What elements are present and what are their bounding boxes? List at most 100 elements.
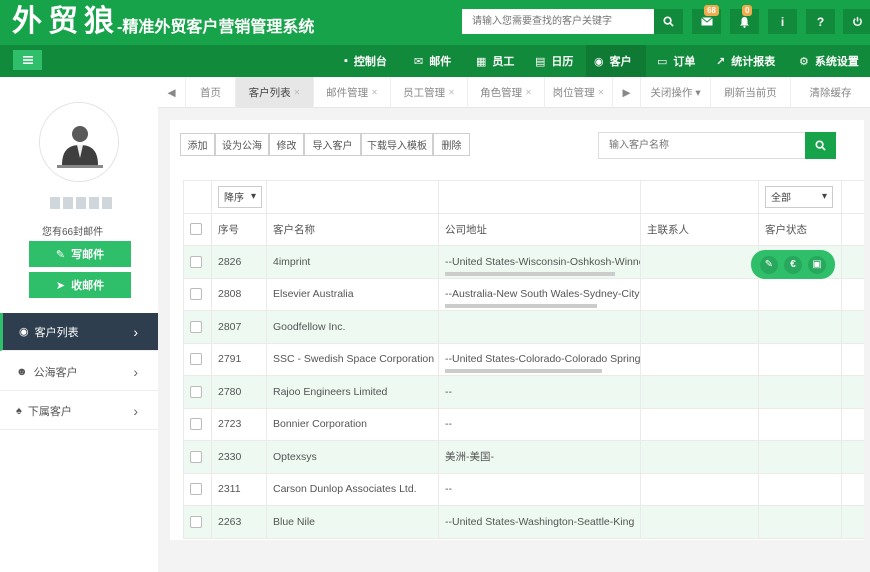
table-row[interactable]: 2330 Optexsys 美洲-美国- [183,440,864,474]
close-icon[interactable]: ✕ [294,88,301,97]
search-icon [815,140,826,151]
column-header-contact[interactable]: 主联系人 [640,212,759,246]
logout-button[interactable] [843,9,870,34]
nav-item-orders[interactable]: ▭ 订单 [657,45,695,77]
tab-scroll-left-button[interactable]: ◀ [158,77,186,108]
row-checkbox[interactable] [190,255,202,268]
notification-button[interactable]: 0 [730,5,759,34]
column-header-name[interactable]: 客户名称 [266,212,439,246]
edit-row-button[interactable]: ✎ [760,255,778,274]
customer-search-input[interactable] [598,132,806,159]
double-chevron-left-icon: ◀ [167,86,176,99]
row-checkbox[interactable] [190,418,202,431]
customer-search-button[interactable] [805,132,836,159]
users-icon: ▦ [476,55,487,68]
table-row[interactable]: 2807 Goodfellow Inc. [183,310,864,344]
edit-button[interactable]: 修改 [269,133,304,156]
list-icon: ▭ [657,55,668,68]
close-icon[interactable]: ✕ [371,88,378,97]
nav-item-settings[interactable]: ⚙ 系统设置 [799,45,859,77]
write-mail-button[interactable]: ✎ 写邮件 [29,241,131,267]
avatar [39,102,119,182]
delete-button[interactable]: 删除 [433,133,470,156]
row-checkbox[interactable] [190,450,202,463]
table-row[interactable]: 2263 Blue Nile --United States-Washingto… [183,505,864,539]
tab-mail-management[interactable]: 邮件管理 ✕ [314,77,391,108]
envelope-icon: ✉ [414,55,424,68]
row-checkbox[interactable] [190,483,202,496]
close-icon[interactable]: ✕ [598,88,605,97]
mail-count-text: 您有66封邮件 [42,227,104,238]
sidebar-item-customer-list[interactable]: ◉ 客户列表 › [0,313,158,351]
mail-count-badge: 68 [704,5,719,16]
row-action-toolbar: ✎ € ▣ [751,250,835,279]
address-scrollbar[interactable] [445,271,615,276]
nav-item-calendar[interactable]: ▤ 日历 [535,45,573,77]
status-filter-select[interactable]: 全部 ▾ [765,185,833,208]
header-search-button[interactable] [654,9,683,34]
app-subtitle: -精准外贸客户营销管理系统 [117,19,315,36]
row-checkbox[interactable] [190,320,202,333]
monitor-icon: ▪ [344,55,348,67]
chart-icon: ↗ [716,55,726,68]
sidebar-item-subordinate-customers[interactable]: ♠ 下属客户 › [0,392,158,430]
column-header-id[interactable]: 序号 [211,212,267,246]
user-name-blurred [50,197,130,211]
table-row[interactable]: 2780 Rajoo Engineers Limited -- [183,375,864,409]
app-header: 外贸狼 -精准外贸客户营销管理系统 68 0 i ? [0,0,870,45]
row-checkbox[interactable] [190,353,202,366]
receive-mail-button[interactable]: ➤ 收邮件 [29,272,131,298]
clear-cache-button[interactable]: 清除缓存 [791,77,870,108]
close-operations-dropdown[interactable]: 关闭操作 ▾ [641,77,711,108]
sidebar-item-public-customers[interactable]: ☻ 公海客户 › [0,353,158,391]
tab-position-management[interactable]: 岗位管理 ✕ [545,77,613,108]
mail-button[interactable]: 68 [692,5,721,34]
add-button[interactable]: 添加 [180,133,215,156]
table-row[interactable]: 2311 Carson Dunlop Associates Ltd. -- [183,472,864,506]
set-public-button[interactable]: 设为公海 [215,133,269,156]
tab-home[interactable]: 首页 [186,77,236,108]
close-icon[interactable]: ✕ [525,88,532,97]
row-checkbox[interactable] [190,515,202,528]
tab-staff-management[interactable]: 员工管理 ✕ [391,77,468,108]
menu-toggle-button[interactable] [13,50,42,70]
main-nav: ▪ 控制台 ✉ 邮件 ▦ 员工 ▤ 日历 ◉ 客户 ▭ 订单 ↗ 统计报表 ⚙ 系统设置 [0,45,870,77]
nav-item-mail[interactable]: ✉ 邮件 [414,45,451,77]
table-row[interactable]: 2808 Elsevier Australia --Australia-New … [183,277,864,311]
header-search-input[interactable] [462,9,654,34]
refresh-page-button[interactable]: 刷新当前页 [711,77,791,108]
search-icon [663,16,674,27]
caret-down-icon: ▾ [821,191,827,203]
nav-item-customers[interactable]: ◉ 客户 [586,45,646,77]
tab-customer-list[interactable]: 客户列表 ✕ [236,77,314,108]
save-row-button[interactable]: ▣ [808,255,826,274]
info-button[interactable]: i [768,9,797,34]
caret-down-icon: ▾ [695,86,701,99]
page-tabs: ◀ 首页 客户列表 ✕ 邮件管理 ✕ 员工管理 ✕ 角色管理 ✕ 岗位管理 ✕ ▶ 关闭操… [158,77,870,108]
send-icon: ➤ [55,279,66,292]
nav-item-dashboard[interactable]: ▪ 控制台 [344,45,387,77]
nav-item-reports[interactable]: ↗ 统计报表 [716,45,775,77]
info-icon: i [780,14,785,29]
nav-item-staff[interactable]: ▦ 员工 [476,45,514,77]
question-icon: ? [816,14,825,29]
download-template-button[interactable]: 下载导入模板 [361,133,433,156]
table-row[interactable]: 2791 SSC - Swedish Space Corporation --U… [183,342,864,376]
edit-icon: ✎ [55,248,66,261]
power-icon [853,16,862,26]
address-scrollbar[interactable] [445,304,597,308]
row-checkbox[interactable] [190,385,202,398]
tab-role-management[interactable]: 角色管理 ✕ [468,77,545,108]
close-icon[interactable]: ✕ [448,88,455,97]
select-all-checkbox[interactable] [190,223,202,236]
row-checkbox[interactable] [190,288,202,301]
table-row[interactable]: 2723 Bonnier Corporation -- [183,407,864,441]
address-scrollbar[interactable] [445,369,602,373]
tab-scroll-right-button[interactable]: ▶ [613,77,641,108]
euro-button[interactable]: € [784,255,802,274]
column-header-status[interactable]: 客户状态 [758,212,842,246]
import-customers-button[interactable]: 导入客户 [304,133,361,156]
column-header-address[interactable]: 公司地址 [438,212,641,246]
sort-order-select[interactable]: 降序 ▾ [218,185,262,208]
help-button[interactable]: ? [806,9,835,34]
